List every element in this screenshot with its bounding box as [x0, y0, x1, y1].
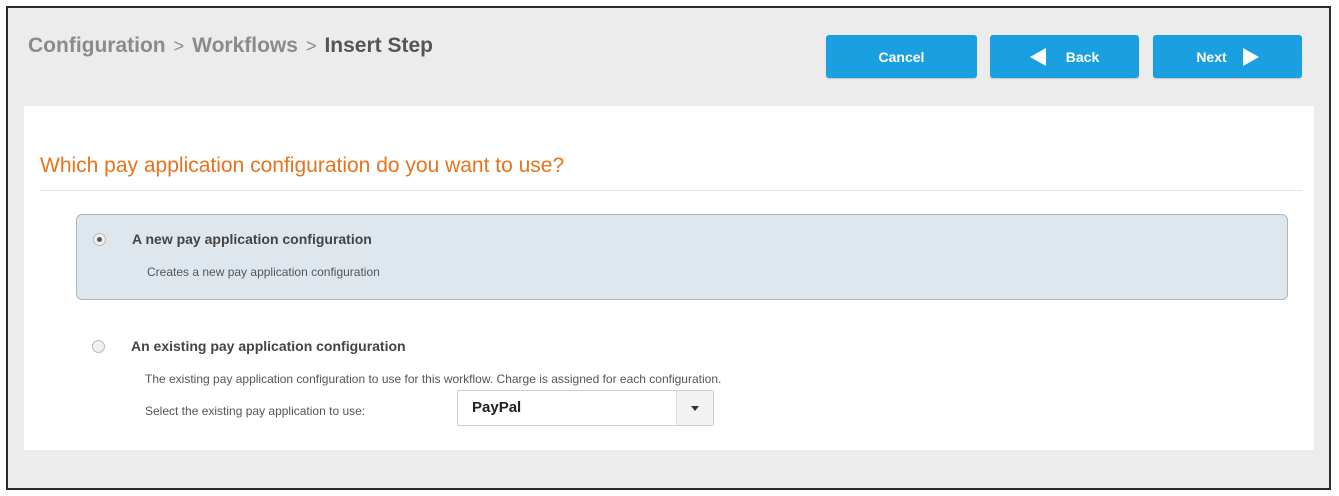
triangle-left-icon: [1029, 47, 1046, 66]
breadcrumb-separator: >: [305, 36, 317, 56]
dropdown-toggle[interactable]: [676, 391, 713, 425]
caret-down-icon: [691, 405, 699, 411]
breadcrumb-item-workflows[interactable]: Workflows: [192, 34, 298, 57]
next-button[interactable]: Next: [1153, 35, 1302, 78]
option-description: Creates a new pay application configurat…: [147, 265, 380, 279]
breadcrumb: Configuration > Workflows > Insert Step: [28, 34, 433, 58]
pay-application-select[interactable]: PayPal: [457, 390, 714, 426]
option-new-config[interactable]: A new pay application configuration Crea…: [76, 214, 1288, 300]
select-label: Select the existing pay application to u…: [145, 404, 366, 418]
window-frame: Configuration > Workflows > Insert Step Canc…: [6, 6, 1331, 490]
select-value: PayPal: [472, 399, 522, 416]
option-title: A new pay application configuration: [132, 231, 372, 247]
next-button-label: Next: [1196, 48, 1227, 65]
breadcrumb-separator: >: [173, 36, 185, 56]
breadcrumb-item-configuration[interactable]: Configuration: [28, 34, 166, 57]
page-header: Configuration > Workflows > Insert Step Canc…: [8, 8, 1329, 106]
page-question: Which pay application configuration do y…: [40, 154, 565, 177]
option-description: The existing pay application configurati…: [145, 372, 722, 386]
main-content: Which pay application configuration do y…: [24, 106, 1314, 450]
cancel-button-label: Cancel: [878, 48, 925, 65]
divider: [40, 190, 1302, 191]
radio-new-config[interactable]: [93, 233, 106, 246]
triangle-right-icon: [1242, 47, 1259, 66]
back-button[interactable]: Back: [990, 35, 1139, 78]
back-button-label: Back: [1065, 48, 1100, 65]
radio-existing-config[interactable]: [92, 340, 105, 353]
option-title[interactable]: An existing pay application configuratio…: [131, 338, 406, 354]
cancel-button[interactable]: Cancel: [826, 35, 977, 78]
breadcrumb-item-current: Insert Step: [324, 34, 433, 57]
